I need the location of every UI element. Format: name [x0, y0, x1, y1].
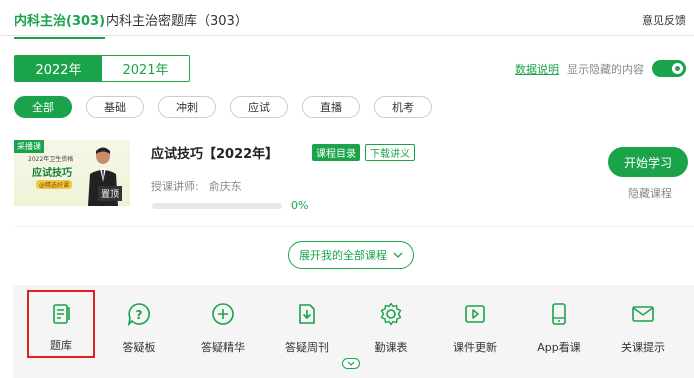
tools-bar: 题库 ? 答疑板 答疑精华 答疑周刊 勤课表 课件更新 App看课 关课提示: [13, 285, 694, 378]
feedback-link[interactable]: 意见反馈: [642, 12, 686, 28]
tool-qa-essence[interactable]: 答疑精华: [181, 285, 265, 365]
year-2021-button[interactable]: 2021年: [102, 56, 189, 81]
show-hidden-label: 显示隐藏的内容: [567, 62, 644, 76]
data-note-link[interactable]: 数据说明: [515, 61, 559, 77]
progress-percent: 0%: [291, 199, 309, 212]
course-thumbnail[interactable]: 采播课 2022年卫生资格 应试技巧 @精选好课 置顶: [14, 140, 130, 206]
course-filter-bar: 全部 基础 冲刺 应试 直播 机考: [14, 96, 446, 118]
chevron-down-icon: [347, 361, 355, 366]
tool-label: 关课提示: [621, 341, 665, 354]
filter-all[interactable]: 全部: [14, 96, 72, 118]
tool-label: 题库: [50, 339, 72, 352]
tool-close-notice[interactable]: 关课提示: [601, 285, 685, 365]
teacher-label: 授课讲师:: [151, 180, 199, 193]
download-handout-tag[interactable]: 下载讲义: [365, 144, 415, 161]
tool-label: 答疑周刊: [285, 341, 329, 354]
hide-course-link[interactable]: 隐藏课程: [628, 185, 672, 201]
display-options: 数据说明 显示隐藏的内容: [515, 60, 686, 77]
tool-qa-weekly[interactable]: 答疑周刊: [265, 285, 349, 365]
courseware-update-icon: [462, 301, 488, 327]
tool-label: 勤课表: [374, 341, 408, 354]
section-divider: [14, 226, 694, 227]
progress-bar: [152, 203, 282, 209]
filter-computer-exam[interactable]: 机考: [374, 96, 432, 118]
show-hidden-toggle[interactable]: [652, 60, 686, 77]
top-tab-bar: 内科主治(303) 内科主治密题库（303） 意见反馈: [0, 0, 694, 39]
toggle-knob: [672, 63, 683, 74]
qa-essence-icon: [210, 301, 236, 327]
tool-label: 答疑板: [122, 341, 156, 354]
expand-all-courses-button[interactable]: 展开我的全部课程: [288, 241, 414, 269]
teacher-info: 授课讲师: 俞庆东: [151, 178, 242, 194]
tab-internal-medicine[interactable]: 内科主治(303): [14, 10, 106, 39]
chevron-down-icon: [393, 252, 403, 258]
qa-board-icon: ?: [126, 301, 152, 327]
filter-live[interactable]: 直播: [302, 96, 360, 118]
svg-text:?: ?: [136, 308, 143, 322]
thumbnail-subtitle: 2022年卫生资格: [28, 156, 74, 163]
tool-courseware-update[interactable]: 课件更新: [433, 285, 517, 365]
filter-exam[interactable]: 应试: [230, 96, 288, 118]
tool-label: 课件更新: [453, 341, 497, 354]
pinned-badge: 置顶: [98, 186, 123, 201]
course-title[interactable]: 应试技巧【2022年】: [151, 143, 278, 162]
tool-label: App看课: [537, 341, 581, 354]
mail-notice-icon: [630, 301, 656, 327]
filter-basic[interactable]: 基础: [86, 96, 144, 118]
more-tools-button[interactable]: [342, 358, 360, 369]
question-bank-icon: [48, 301, 74, 327]
thumbnail-tag: @精选好课: [36, 180, 73, 189]
tool-question-bank[interactable]: 题库: [27, 290, 95, 358]
teacher-name: 俞庆东: [208, 180, 242, 193]
thumbnail-title: 应试技巧: [32, 168, 72, 179]
tool-label: 答疑精华: [201, 341, 245, 354]
thumbnail-badge: 采播课: [14, 140, 44, 153]
course-card: 采播课 2022年卫生资格 应试技巧 @精选好课 置顶 应试技巧【2022年】 …: [14, 140, 694, 220]
schedule-gear-icon: [378, 301, 404, 327]
app-phone-icon: [546, 301, 572, 327]
start-learning-button[interactable]: 开始学习: [608, 147, 688, 177]
tool-qa-board[interactable]: ? 答疑板: [97, 285, 181, 365]
filter-sprint[interactable]: 冲刺: [158, 96, 216, 118]
course-catalog-tag[interactable]: 课程目录: [312, 144, 360, 161]
tool-schedule[interactable]: 勤课表: [349, 285, 433, 365]
tab-secret-question-bank[interactable]: 内科主治密题库（303）: [106, 10, 248, 29]
year-switch: 2022年 2021年: [14, 55, 190, 82]
tool-app-watch[interactable]: App看课: [517, 285, 601, 365]
qa-weekly-icon: [294, 301, 320, 327]
year-2022-button[interactable]: 2022年: [15, 56, 102, 81]
expand-label: 展开我的全部课程: [299, 249, 387, 262]
